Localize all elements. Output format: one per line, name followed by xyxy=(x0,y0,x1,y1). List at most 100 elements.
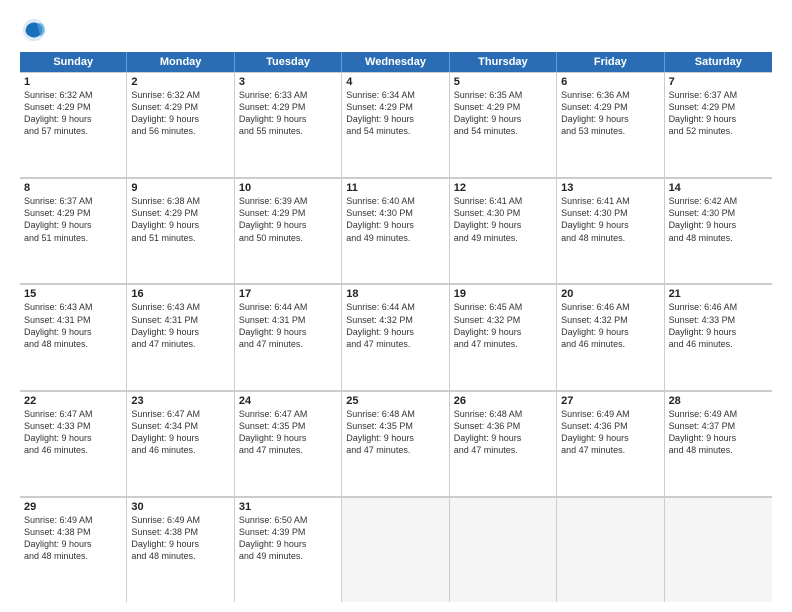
week-row-1: 1Sunrise: 6:32 AMSunset: 4:29 PMDaylight… xyxy=(20,72,772,178)
cell-text: Sunrise: 6:50 AMSunset: 4:39 PMDaylight:… xyxy=(239,514,337,563)
cal-cell: 28Sunrise: 6:49 AMSunset: 4:37 PMDayligh… xyxy=(665,391,772,496)
header-day-friday: Friday xyxy=(557,52,664,72)
cal-cell: 10Sunrise: 6:39 AMSunset: 4:29 PMDayligh… xyxy=(235,178,342,283)
cell-text: Sunrise: 6:43 AMSunset: 4:31 PMDaylight:… xyxy=(24,301,122,350)
cal-cell: 18Sunrise: 6:44 AMSunset: 4:32 PMDayligh… xyxy=(342,284,449,389)
day-number: 21 xyxy=(669,288,768,300)
cell-text: Sunrise: 6:49 AMSunset: 4:36 PMDaylight:… xyxy=(561,408,659,457)
cell-text: Sunrise: 6:48 AMSunset: 4:35 PMDaylight:… xyxy=(346,408,444,457)
cal-cell: 29Sunrise: 6:49 AMSunset: 4:38 PMDayligh… xyxy=(20,497,127,602)
cal-cell: 15Sunrise: 6:43 AMSunset: 4:31 PMDayligh… xyxy=(20,284,127,389)
cell-text: Sunrise: 6:47 AMSunset: 4:34 PMDaylight:… xyxy=(131,408,229,457)
page: SundayMondayTuesdayWednesdayThursdayFrid… xyxy=(0,0,792,612)
cell-text: Sunrise: 6:37 AMSunset: 4:29 PMDaylight:… xyxy=(669,89,768,138)
day-number: 22 xyxy=(24,395,122,407)
cal-cell: 9Sunrise: 6:38 AMSunset: 4:29 PMDaylight… xyxy=(127,178,234,283)
cell-text: Sunrise: 6:44 AMSunset: 4:31 PMDaylight:… xyxy=(239,301,337,350)
cal-cell: 31Sunrise: 6:50 AMSunset: 4:39 PMDayligh… xyxy=(235,497,342,602)
day-number: 15 xyxy=(24,288,122,300)
cell-text: Sunrise: 6:41 AMSunset: 4:30 PMDaylight:… xyxy=(561,195,659,244)
header-day-tuesday: Tuesday xyxy=(235,52,342,72)
day-number: 27 xyxy=(561,395,659,407)
cell-text: Sunrise: 6:43 AMSunset: 4:31 PMDaylight:… xyxy=(131,301,229,350)
cal-cell: 20Sunrise: 6:46 AMSunset: 4:32 PMDayligh… xyxy=(557,284,664,389)
cell-text: Sunrise: 6:49 AMSunset: 4:37 PMDaylight:… xyxy=(669,408,768,457)
cal-cell: 22Sunrise: 6:47 AMSunset: 4:33 PMDayligh… xyxy=(20,391,127,496)
cell-text: Sunrise: 6:49 AMSunset: 4:38 PMDaylight:… xyxy=(131,514,229,563)
cell-text: Sunrise: 6:34 AMSunset: 4:29 PMDaylight:… xyxy=(346,89,444,138)
day-number: 19 xyxy=(454,288,552,300)
cell-text: Sunrise: 6:47 AMSunset: 4:33 PMDaylight:… xyxy=(24,408,122,457)
day-number: 20 xyxy=(561,288,659,300)
cal-cell: 16Sunrise: 6:43 AMSunset: 4:31 PMDayligh… xyxy=(127,284,234,389)
day-number: 5 xyxy=(454,76,552,88)
cal-cell: 19Sunrise: 6:45 AMSunset: 4:32 PMDayligh… xyxy=(450,284,557,389)
cal-cell: 24Sunrise: 6:47 AMSunset: 4:35 PMDayligh… xyxy=(235,391,342,496)
week-row-4: 22Sunrise: 6:47 AMSunset: 4:33 PMDayligh… xyxy=(20,391,772,497)
cell-text: Sunrise: 6:46 AMSunset: 4:32 PMDaylight:… xyxy=(561,301,659,350)
day-number: 31 xyxy=(239,501,337,513)
day-number: 26 xyxy=(454,395,552,407)
cell-text: Sunrise: 6:33 AMSunset: 4:29 PMDaylight:… xyxy=(239,89,337,138)
header-day-thursday: Thursday xyxy=(450,52,557,72)
cal-cell xyxy=(665,497,772,602)
cal-cell: 30Sunrise: 6:49 AMSunset: 4:38 PMDayligh… xyxy=(127,497,234,602)
cal-cell xyxy=(450,497,557,602)
day-number: 10 xyxy=(239,182,337,194)
cal-cell: 26Sunrise: 6:48 AMSunset: 4:36 PMDayligh… xyxy=(450,391,557,496)
day-number: 30 xyxy=(131,501,229,513)
cal-cell: 1Sunrise: 6:32 AMSunset: 4:29 PMDaylight… xyxy=(20,72,127,177)
cell-text: Sunrise: 6:38 AMSunset: 4:29 PMDaylight:… xyxy=(131,195,229,244)
header-day-sunday: Sunday xyxy=(20,52,127,72)
day-number: 8 xyxy=(24,182,122,194)
day-number: 17 xyxy=(239,288,337,300)
cal-cell: 23Sunrise: 6:47 AMSunset: 4:34 PMDayligh… xyxy=(127,391,234,496)
cell-text: Sunrise: 6:44 AMSunset: 4:32 PMDaylight:… xyxy=(346,301,444,350)
cal-cell: 13Sunrise: 6:41 AMSunset: 4:30 PMDayligh… xyxy=(557,178,664,283)
cal-cell xyxy=(342,497,449,602)
week-row-2: 8Sunrise: 6:37 AMSunset: 4:29 PMDaylight… xyxy=(20,178,772,284)
day-number: 28 xyxy=(669,395,768,407)
cell-text: Sunrise: 6:36 AMSunset: 4:29 PMDaylight:… xyxy=(561,89,659,138)
header-row xyxy=(20,16,772,44)
week-row-3: 15Sunrise: 6:43 AMSunset: 4:31 PMDayligh… xyxy=(20,284,772,390)
calendar-header: SundayMondayTuesdayWednesdayThursdayFrid… xyxy=(20,52,772,72)
cell-text: Sunrise: 6:35 AMSunset: 4:29 PMDaylight:… xyxy=(454,89,552,138)
cell-text: Sunrise: 6:40 AMSunset: 4:30 PMDaylight:… xyxy=(346,195,444,244)
cal-cell: 14Sunrise: 6:42 AMSunset: 4:30 PMDayligh… xyxy=(665,178,772,283)
day-number: 25 xyxy=(346,395,444,407)
day-number: 18 xyxy=(346,288,444,300)
cal-cell: 25Sunrise: 6:48 AMSunset: 4:35 PMDayligh… xyxy=(342,391,449,496)
day-number: 29 xyxy=(24,501,122,513)
day-number: 6 xyxy=(561,76,659,88)
cell-text: Sunrise: 6:41 AMSunset: 4:30 PMDaylight:… xyxy=(454,195,552,244)
header-day-wednesday: Wednesday xyxy=(342,52,449,72)
day-number: 9 xyxy=(131,182,229,194)
cell-text: Sunrise: 6:42 AMSunset: 4:30 PMDaylight:… xyxy=(669,195,768,244)
cal-cell: 21Sunrise: 6:46 AMSunset: 4:33 PMDayligh… xyxy=(665,284,772,389)
cell-text: Sunrise: 6:49 AMSunset: 4:38 PMDaylight:… xyxy=(24,514,122,563)
cal-cell: 12Sunrise: 6:41 AMSunset: 4:30 PMDayligh… xyxy=(450,178,557,283)
day-number: 1 xyxy=(24,76,122,88)
day-number: 2 xyxy=(131,76,229,88)
day-number: 7 xyxy=(669,76,768,88)
cell-text: Sunrise: 6:37 AMSunset: 4:29 PMDaylight:… xyxy=(24,195,122,244)
cell-text: Sunrise: 6:39 AMSunset: 4:29 PMDaylight:… xyxy=(239,195,337,244)
cell-text: Sunrise: 6:32 AMSunset: 4:29 PMDaylight:… xyxy=(24,89,122,138)
cell-text: Sunrise: 6:46 AMSunset: 4:33 PMDaylight:… xyxy=(669,301,768,350)
week-row-5: 29Sunrise: 6:49 AMSunset: 4:38 PMDayligh… xyxy=(20,497,772,602)
cal-cell: 17Sunrise: 6:44 AMSunset: 4:31 PMDayligh… xyxy=(235,284,342,389)
day-number: 12 xyxy=(454,182,552,194)
header-day-saturday: Saturday xyxy=(665,52,772,72)
cell-text: Sunrise: 6:47 AMSunset: 4:35 PMDaylight:… xyxy=(239,408,337,457)
day-number: 23 xyxy=(131,395,229,407)
day-number: 14 xyxy=(669,182,768,194)
day-number: 11 xyxy=(346,182,444,194)
cal-cell: 2Sunrise: 6:32 AMSunset: 4:29 PMDaylight… xyxy=(127,72,234,177)
calendar: SundayMondayTuesdayWednesdayThursdayFrid… xyxy=(20,52,772,602)
cal-cell: 11Sunrise: 6:40 AMSunset: 4:30 PMDayligh… xyxy=(342,178,449,283)
cal-cell: 6Sunrise: 6:36 AMSunset: 4:29 PMDaylight… xyxy=(557,72,664,177)
header-day-monday: Monday xyxy=(127,52,234,72)
day-number: 3 xyxy=(239,76,337,88)
cal-cell: 4Sunrise: 6:34 AMSunset: 4:29 PMDaylight… xyxy=(342,72,449,177)
